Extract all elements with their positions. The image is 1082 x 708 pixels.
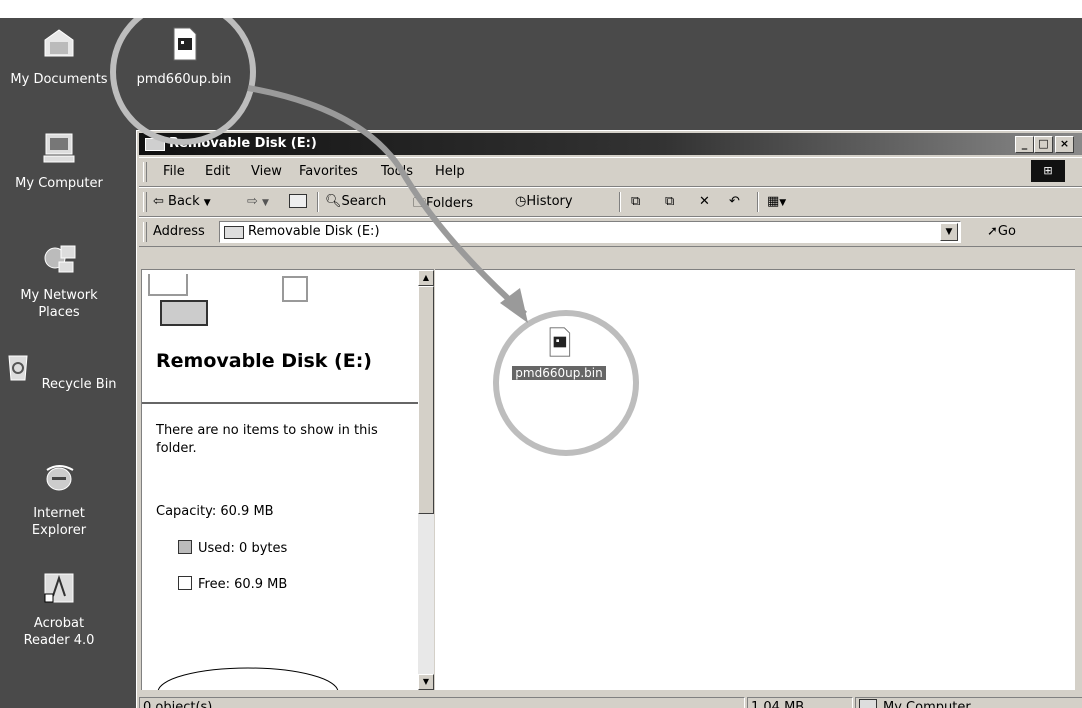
drag-arrow-line bbox=[247, 85, 527, 317]
highlight-ring-desktop-file bbox=[110, 18, 256, 145]
drag-annotation-overlay bbox=[110, 18, 639, 456]
highlight-ring-window-file bbox=[493, 310, 639, 456]
desktop: My Documents pmd660up.bin My Computer My… bbox=[0, 18, 1082, 708]
